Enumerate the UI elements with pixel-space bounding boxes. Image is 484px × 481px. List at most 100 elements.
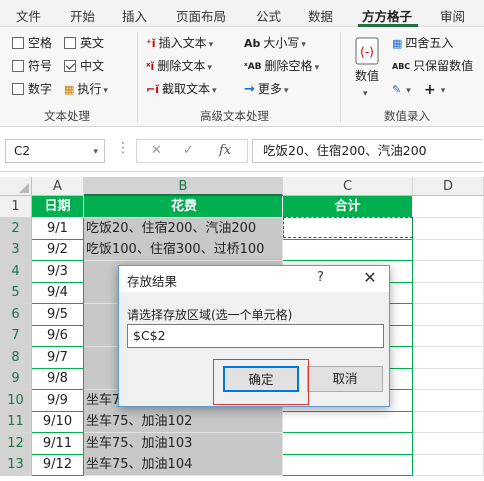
- case-button[interactable]: Ab 大小写 ▾: [244, 34, 306, 52]
- fx-icon[interactable]: fx: [219, 143, 231, 158]
- tab-review[interactable]: 审阅: [440, 6, 465, 25]
- row-header[interactable]: 8: [0, 347, 32, 369]
- tab-page-layout[interactable]: 页面布局: [176, 6, 226, 25]
- cell-a13[interactable]: 9/12: [32, 454, 84, 476]
- cell-c1[interactable]: 合计: [283, 196, 413, 218]
- cell-a7[interactable]: 9/6: [32, 325, 84, 347]
- keep-display-button[interactable]: ABC 只保留数值: [392, 57, 473, 75]
- column-header-a[interactable]: A: [32, 177, 84, 196]
- cell-b1[interactable]: 花费: [84, 196, 283, 218]
- tab-file[interactable]: 文件: [16, 6, 41, 25]
- cell-a3[interactable]: 9/2: [32, 239, 84, 261]
- help-icon[interactable]: ?: [317, 270, 324, 285]
- checkbox-box[interactable]: [12, 60, 24, 72]
- cell-d4[interactable]: [413, 261, 484, 283]
- checkbox-box[interactable]: [12, 83, 24, 95]
- checkbox-number[interactable]: 数字: [12, 80, 52, 98]
- close-icon[interactable]: ✕: [359, 267, 381, 289]
- delete-spaces-button[interactable]: ˣAB 删除空格 ▾: [244, 57, 319, 75]
- round-button[interactable]: ▦ 四舍五入: [392, 34, 453, 52]
- cell-d10[interactable]: [413, 390, 484, 412]
- formula-input[interactable]: 吃饭20、住宿200、汽油200: [252, 139, 482, 163]
- cell-d11[interactable]: [413, 411, 484, 433]
- row-header[interactable]: 2: [0, 218, 32, 240]
- extract-text-button[interactable]: ⌐ǐ 截取文本 ▾: [146, 80, 217, 98]
- cell-a12[interactable]: 9/11: [32, 433, 84, 455]
- checkbox-english[interactable]: 英文: [64, 34, 104, 52]
- cell-c2[interactable]: [283, 218, 413, 240]
- chevron-down-icon[interactable]: ▾: [93, 141, 98, 163]
- row-header[interactable]: 1: [0, 196, 32, 218]
- cell-a2[interactable]: 9/1: [32, 218, 84, 240]
- cell-b13[interactable]: 坐车75、加油104: [84, 454, 283, 476]
- cell-d13[interactable]: [413, 454, 484, 476]
- column-header-c[interactable]: C: [283, 177, 413, 196]
- cancel-icon[interactable]: ✕: [151, 143, 162, 158]
- row-header[interactable]: 11: [0, 411, 32, 433]
- tab-fangfang[interactable]: 方方格子: [362, 6, 412, 25]
- cell-d6[interactable]: [413, 304, 484, 326]
- row-header[interactable]: 7: [0, 325, 32, 347]
- checkbox-label: 中文: [80, 59, 105, 73]
- tab-data[interactable]: 数据: [308, 6, 333, 25]
- cell-a10[interactable]: 9/9: [32, 390, 84, 412]
- cell-a1[interactable]: 日期: [32, 196, 84, 218]
- delete-text-button[interactable]: ˣǐ 删除文本 ▾: [146, 57, 212, 75]
- insert-text-button[interactable]: ⁺ǐ 插入文本 ▾: [146, 34, 213, 52]
- row-header[interactable]: 6: [0, 304, 32, 326]
- cell-b3[interactable]: 吃饭100、住宿300、过桥100: [84, 239, 283, 261]
- checkbox-symbol[interactable]: 符号: [12, 57, 52, 75]
- row-header[interactable]: 4: [0, 261, 32, 283]
- cell-c3[interactable]: [283, 239, 413, 261]
- cell-d2[interactable]: [413, 218, 484, 240]
- checkbox-space[interactable]: 空格: [12, 34, 52, 52]
- range-input[interactable]: $C$2: [127, 324, 384, 348]
- cell-b12[interactable]: 坐车75、加油103: [84, 433, 283, 455]
- cell-c13[interactable]: [283, 454, 413, 476]
- checkbox-box[interactable]: [12, 37, 24, 49]
- cell-a9[interactable]: 9/8: [32, 368, 84, 390]
- cell-b2[interactable]: 吃饭20、住宿200、汽油200: [84, 218, 283, 240]
- row-header[interactable]: 12: [0, 433, 32, 455]
- select-all-corner[interactable]: [0, 177, 32, 196]
- row-header[interactable]: 13: [0, 454, 32, 476]
- cancel-button[interactable]: 取消: [307, 366, 383, 392]
- add-button[interactable]: + ▾: [424, 80, 445, 98]
- cell-d1[interactable]: [413, 196, 484, 218]
- edit-menu-button[interactable]: ✎ ▾: [392, 80, 411, 98]
- checkbox-box-checked[interactable]: [64, 60, 76, 72]
- cell-a8[interactable]: 9/7: [32, 347, 84, 369]
- execute-button[interactable]: ▦ 执行 ▾: [64, 80, 108, 98]
- cell-a11[interactable]: 9/10: [32, 411, 84, 433]
- cell-a6[interactable]: 9/5: [32, 304, 84, 326]
- row-header[interactable]: 3: [0, 239, 32, 261]
- cell-d12[interactable]: [413, 433, 484, 455]
- tab-home[interactable]: 开始: [70, 6, 95, 25]
- cell-c12[interactable]: [283, 433, 413, 455]
- dialog-title-bar[interactable]: 存放结果 ? ✕: [119, 266, 389, 292]
- cell-d3[interactable]: [413, 239, 484, 261]
- cell-d8[interactable]: [413, 347, 484, 369]
- svg-text:(-): (-): [360, 45, 374, 59]
- ok-button[interactable]: 确定: [223, 366, 299, 392]
- cell-a4[interactable]: 9/3: [32, 261, 84, 283]
- cell-a5[interactable]: 9/4: [32, 282, 84, 304]
- more-button[interactable]: → 更多 ▾: [244, 80, 288, 98]
- name-box[interactable]: C2 ▾: [5, 139, 105, 163]
- cell-d5[interactable]: [413, 282, 484, 304]
- column-header-b[interactable]: B: [84, 177, 283, 196]
- tab-formulas[interactable]: 公式: [256, 6, 281, 25]
- group-label-text-processing: 文本处理: [44, 109, 90, 123]
- cell-c11[interactable]: [283, 411, 413, 433]
- checkbox-box[interactable]: [64, 37, 76, 49]
- row-header[interactable]: 10: [0, 390, 32, 412]
- column-header-d[interactable]: D: [413, 177, 484, 196]
- checkbox-chinese[interactable]: 中文: [64, 57, 104, 75]
- cell-b11[interactable]: 坐车75、加油102: [84, 411, 283, 433]
- row-header[interactable]: 9: [0, 368, 32, 390]
- check-icon[interactable]: ✓: [183, 143, 194, 158]
- tab-insert[interactable]: 插入: [122, 6, 147, 25]
- row-header[interactable]: 5: [0, 282, 32, 304]
- cell-d9[interactable]: [413, 368, 484, 390]
- cell-d7[interactable]: [413, 325, 484, 347]
